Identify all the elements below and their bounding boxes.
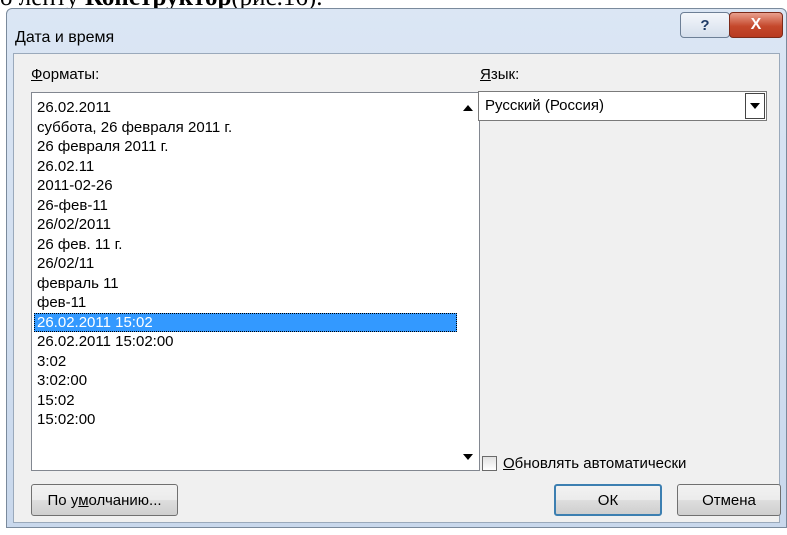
list-item[interactable]: 26 фев. 11 г. (34, 235, 457, 255)
list-item[interactable]: 26/02/2011 (34, 215, 457, 235)
dialog-title: Дата и время (15, 29, 115, 46)
ok-button-label: ОК (597, 491, 619, 509)
formats-label-text: орматы: (42, 66, 100, 83)
chevron-down-icon[interactable] (745, 93, 765, 119)
formats-label-hotkey: Ф (31, 66, 43, 83)
dialog-content: Форматы: 26.02.2011 суббота, 26 февраля 2… (13, 53, 781, 523)
scroll-down-icon[interactable] (463, 454, 473, 460)
list-item[interactable]: февраль 11 (34, 274, 457, 294)
list-item[interactable]: фев-11 (34, 293, 457, 313)
list-item[interactable]: 26.02.2011 (34, 98, 457, 118)
default-button-text-2: олчанию... (88, 491, 162, 509)
date-time-dialog: Дата и время ? X Форматы: 26.02.2011 субб… (6, 8, 787, 528)
list-item[interactable]: 26/02/11 (34, 254, 457, 274)
formats-list-items: 26.02.2011 суббота, 26 февраля 2011 г. 26 … (34, 98, 457, 430)
formats-listbox[interactable]: 26.02.2011 суббота, 26 февраля 2011 г. 26 … (31, 92, 480, 471)
list-item[interactable]: 26-фев-11 (34, 196, 457, 216)
default-button-hotkey: м (78, 491, 89, 509)
cancel-button[interactable]: Отмена (677, 484, 781, 516)
formats-label: Форматы: (31, 66, 99, 83)
list-item[interactable]: 15:02 (34, 391, 457, 411)
list-item[interactable]: 26.02.11 (34, 157, 457, 177)
ok-button[interactable]: ОК (554, 484, 662, 516)
formats-scrollbar[interactable] (459, 93, 479, 470)
list-item[interactable]: 26.02.2011 15:02 (34, 312, 457, 332)
help-icon: ? (700, 16, 710, 34)
auto-update-hotkey: О (503, 455, 515, 472)
language-label-text: зык: (490, 66, 520, 83)
list-item[interactable]: 15:02:00 (34, 410, 457, 430)
list-item[interactable]: 3:02 (34, 352, 457, 372)
list-item[interactable]: 26.02.2011 15:02:00 (34, 332, 457, 352)
list-item[interactable]: суббота, 26 февраля 2011 г. (34, 118, 457, 138)
language-label: Язык: (480, 66, 519, 83)
auto-update-checkbox[interactable] (482, 456, 497, 471)
close-icon: X (750, 16, 762, 33)
language-select[interactable]: Русский (Россия) (478, 91, 767, 121)
scroll-up-icon[interactable] (463, 105, 473, 111)
default-button-text-1: По у (47, 491, 79, 509)
language-select-value: Русский (Россия) (485, 97, 605, 114)
auto-update-text: бновлять автоматически (514, 455, 687, 472)
list-item[interactable]: 3:02:00 (34, 371, 457, 391)
cancel-button-label: Отмена (702, 491, 756, 509)
close-button[interactable]: X (729, 12, 783, 38)
help-button[interactable]: ? (680, 12, 730, 38)
title-bar[interactable]: Дата и время ? X (7, 9, 786, 53)
list-item[interactable]: 2011-02-26 (34, 176, 457, 196)
default-button[interactable]: По у м олчанию... (31, 484, 178, 516)
auto-update-label[interactable]: Обновлять автоматически (503, 455, 686, 472)
language-label-hotkey: Я (480, 66, 491, 83)
list-item[interactable]: 26 февраля 2011 г. (34, 137, 457, 157)
